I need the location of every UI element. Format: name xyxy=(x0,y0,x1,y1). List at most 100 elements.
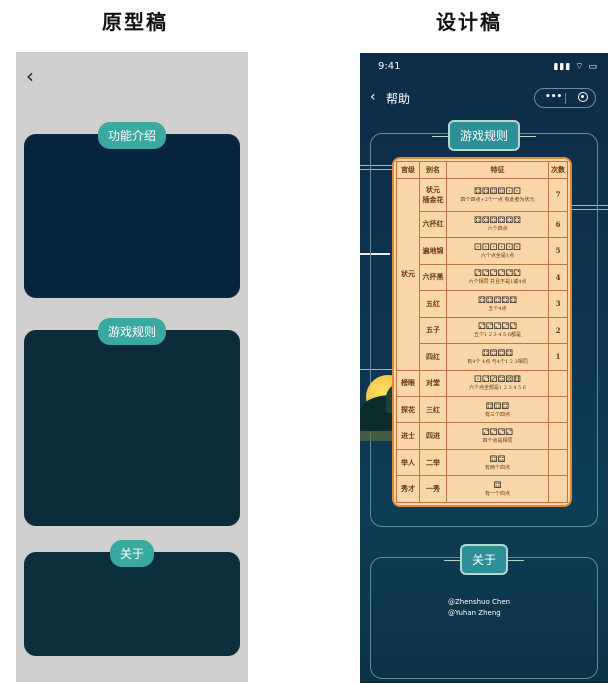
alias-cell: 一秀 xyxy=(419,475,447,503)
alias-cell: 五红 xyxy=(419,290,447,318)
game-rules-title: 游戏规则 xyxy=(97,318,167,345)
alias-cell: 六抔红 xyxy=(419,210,447,239)
table-row: 举人 二举 ⚃⚃ 有两个四点 xyxy=(396,448,568,477)
table-row: 五红 ⚃⚃⚃⚃⚃ 五个4点 3 xyxy=(397,290,568,318)
back-icon[interactable]: ‹ xyxy=(26,64,34,88)
heading-prototype: 原型稿 xyxy=(102,10,168,34)
feature-note: 六个点全部是1 2 3 4 5 6 xyxy=(468,385,527,392)
header-feature: 特征 xyxy=(446,161,549,179)
rules-title-badge: 游戏规则 xyxy=(431,120,537,151)
rank-cell: 举人 xyxy=(396,448,420,477)
feature-cell: ⚁⚁⚁⚁⚁⚁ 六个相同 并且不是1或4点 xyxy=(446,263,549,292)
count-cell: 3 xyxy=(548,290,568,318)
table-row: 探花 三红 ⚃⚃⚃ 有三个四点 xyxy=(396,395,568,424)
feature-note: 六个四点 xyxy=(487,226,508,233)
rank-cell: 榜眼 xyxy=(396,369,420,397)
capsule-divider xyxy=(565,93,566,104)
feature-cell: ⚃⚃ 有两个四点 xyxy=(446,448,549,477)
header-alias: 别名 xyxy=(419,161,447,179)
status-icons: ▮▮▮ ⌔ ▭ xyxy=(553,62,598,72)
close-icon[interactable] xyxy=(578,92,588,102)
count-cell: 7 xyxy=(548,178,568,212)
feature-note: 有三个四点 xyxy=(484,411,510,418)
alias-cell: 六抔黑 xyxy=(419,263,447,292)
table-row: 榜眼 对堂 ⚀⚁⚂⚃⚄⚅ 六个点全部是1 2 3 4 5 6 xyxy=(396,369,568,397)
dice-icon: ⚁⚁⚁⚁⚁ xyxy=(477,322,518,333)
count-cell xyxy=(548,369,568,397)
status-time: 9:41 xyxy=(378,61,401,72)
count-cell: 5 xyxy=(548,237,568,265)
credit-line: @Yuhan Zheng xyxy=(448,609,501,617)
nav-bar: ‹ 帮助 ••• xyxy=(360,88,608,112)
feature-cell: ⚁⚁⚁⚁ 四个点是相同 xyxy=(446,422,549,450)
feature-cell: ⚃⚃⚃ 有三个四点 xyxy=(446,395,549,424)
feature-cell: ⚃⚃⚃⚃⚀⚀ 四个四点+2个一点 有此者为状元 xyxy=(446,178,549,212)
dice-icon: ⚁⚁⚁⚁⚁⚁ xyxy=(474,269,521,280)
feature-cell: ⚃⚃⚃⚃⚃⚃ 六个四点 xyxy=(446,210,549,239)
table-row: 四红 ⚃⚃⚃⚃ 有4个 4点 与4个1 2 3相同 1 xyxy=(397,343,568,371)
feature-cell: ⚀⚀⚀⚀⚀⚀ 六个点全是1点 xyxy=(446,237,549,265)
feature-note: 有两个四点 xyxy=(484,464,510,471)
feature-note: 四个点是相同 xyxy=(482,438,513,445)
feature-cell: ⚀⚁⚂⚃⚄⚅ 六个点全部是1 2 3 4 5 6 xyxy=(446,369,549,397)
feature-cell: ⚁⚁⚁⚁⚁ 五个1 2 3 4 5 6都是 xyxy=(446,316,549,345)
header-rank: 官级 xyxy=(396,161,420,179)
table-row: 六抔黑 ⚁⚁⚁⚁⚁⚁ 六个相同 并且不是1或4点 4 xyxy=(397,263,568,292)
feature-cell: ⚃ 有一个四点 xyxy=(446,475,549,503)
count-cell: 4 xyxy=(548,263,568,292)
count-cell xyxy=(548,475,568,503)
about-card: 关于 xyxy=(24,540,240,656)
feature-intro-card: 功能介绍 xyxy=(24,122,240,298)
nav-title: 帮助 xyxy=(386,92,411,106)
alias-cell: 状元 插金花 xyxy=(419,178,447,212)
feature-note: 有一个四点 xyxy=(484,491,510,498)
rules-table: 官级 别名 特征 次数 状元 状元 插金花 ⚃⚃⚃⚃⚀⚀ 四个四点+2个一点 有此者为… xyxy=(396,161,568,503)
rank-cell: 状元 xyxy=(396,178,420,371)
alias-cell: 二举 xyxy=(419,448,447,477)
about-title-badge: 关于 xyxy=(443,544,525,575)
feature-note: 四个四点+2个一点 有此者为状元 xyxy=(460,196,535,203)
credits: @Zhenshuo Chen @Yuhan Zheng xyxy=(448,597,510,619)
dice-icon: ⚃⚃⚃⚃ xyxy=(481,348,514,359)
rules-table-panel: 官级 别名 特征 次数 状元 状元 插金花 ⚃⚃⚃⚃⚀⚀ 四个四点+2个一点 有此者为… xyxy=(392,157,572,507)
count-cell xyxy=(548,422,568,450)
dice-icon: ⚃⚃ xyxy=(489,454,506,465)
count-cell xyxy=(548,395,568,424)
feature-intro-title: 功能介绍 xyxy=(97,122,167,149)
feature-note: 有4个 4点 与4个1 2 3相同 xyxy=(467,358,528,365)
table-row: 秀才 一秀 ⚃ 有一个四点 xyxy=(396,475,568,503)
count-cell: 2 xyxy=(548,316,568,345)
count-cell: 6 xyxy=(548,210,568,239)
count-cell: 1 xyxy=(548,343,568,371)
table-row: 遍地锦 ⚀⚀⚀⚀⚀⚀ 六个点全是1点 5 xyxy=(397,237,568,265)
dice-icon: ⚃⚃⚃ xyxy=(485,401,510,412)
dice-icon: ⚃⚃⚃⚃⚃⚃ xyxy=(474,216,521,227)
game-rules-card: 游戏规则 xyxy=(24,318,240,526)
dice-icon: ⚀⚀⚀⚀⚀⚀ xyxy=(474,242,521,253)
rank-cell: 探花 xyxy=(396,395,420,424)
heading-design: 设计稿 xyxy=(436,10,502,34)
header-count: 次数 xyxy=(548,161,568,179)
alias-cell: 四红 xyxy=(419,343,447,371)
table-row: 五子 ⚁⚁⚁⚁⚁ 五个1 2 3 4 5 6都是 2 xyxy=(397,316,568,345)
dice-icon: ⚃⚃⚃⚃⚃ xyxy=(477,295,518,306)
mini-program-capsule[interactable]: ••• xyxy=(534,88,596,108)
alias-cell: 五子 xyxy=(419,316,447,345)
feature-note: 六个点全是1点 xyxy=(480,252,515,259)
alias-cell: 三红 xyxy=(419,395,447,424)
credit-line: @Zhenshuo Chen xyxy=(448,598,511,606)
count-cell xyxy=(548,448,568,477)
more-icon[interactable]: ••• xyxy=(545,92,562,102)
back-icon[interactable]: ‹ xyxy=(370,89,376,105)
rank-cell: 秀才 xyxy=(396,475,420,503)
feature-cell: ⚃⚃⚃⚃ 有4个 4点 与4个1 2 3相同 xyxy=(446,343,549,371)
feature-note: 五个1 2 3 4 5 6都是 xyxy=(473,332,522,339)
table-row: 六抔红 ⚃⚃⚃⚃⚃⚃ 六个四点 6 xyxy=(397,210,568,239)
alias-cell: 四进 xyxy=(419,422,447,450)
dice-icon: ⚃ xyxy=(493,481,502,492)
dice-icon: ⚀⚁⚂⚃⚄⚅ xyxy=(474,375,521,386)
alias-cell: 遍地锦 xyxy=(419,237,447,265)
design-screen: 9:41 ▮▮▮ ⌔ ▭ ‹ 帮助 ••• 游戏规则 官级 别名 特征 次数 状… xyxy=(360,53,608,683)
dice-icon: ⚁⚁⚁⚁ xyxy=(481,428,514,439)
table-row: 进士 四进 ⚁⚁⚁⚁ 四个点是相同 xyxy=(396,422,568,450)
